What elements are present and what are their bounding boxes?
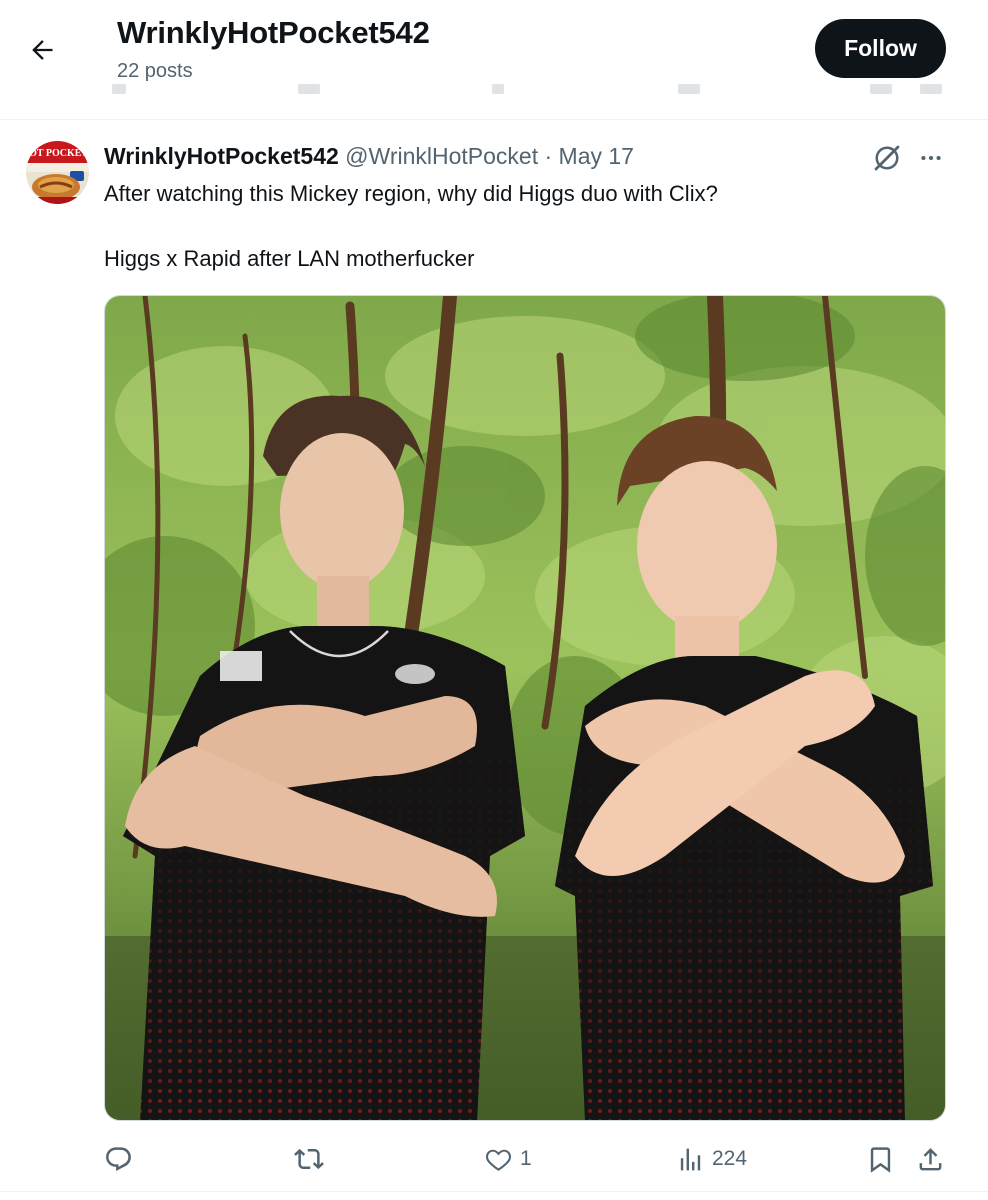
arrow-left-icon	[32, 40, 53, 60]
header-title: WrinklyHotPocket542	[117, 15, 430, 50]
repost-button[interactable]	[294, 1141, 331, 1177]
grok-icon	[874, 145, 900, 171]
post-count: 22 posts	[117, 60, 193, 82]
tweet-text-line-2: Higgs x Rapid after LAN motherfucker	[104, 246, 475, 271]
share-icon	[919, 1147, 942, 1170]
reply-button[interactable]	[104, 1141, 140, 1177]
scrolled-content-peek	[0, 84, 988, 100]
back-button[interactable]	[22, 30, 62, 70]
photo-two-players-in-forest: XS	[105, 296, 945, 1120]
avatar[interactable]: HOT POCKETS	[26, 141, 89, 204]
profile-header: WrinklyHotPocket542 22 posts Follow	[0, 0, 988, 120]
more-horizontal-icon	[921, 155, 941, 161]
tweet-text: After watching this Mickey region, why d…	[104, 179, 944, 273]
tweet-date[interactable]: May 17	[559, 143, 634, 169]
grok-button[interactable]	[870, 141, 904, 175]
bookmark-button[interactable]	[866, 1141, 895, 1177]
author-display-name[interactable]: WrinklyHotPocket542	[104, 143, 339, 169]
tweet-actions: 1 224	[104, 1141, 946, 1177]
hot-pockets-avatar-image: HOT POCKETS	[26, 141, 89, 204]
reply-icon	[106, 1146, 131, 1171]
like-button[interactable]: 1	[484, 1141, 532, 1177]
svg-text:HOT POCKETS: HOT POCKETS	[26, 148, 89, 159]
tweet-text-line-1: After watching this Mickey region, why d…	[104, 181, 718, 206]
analytics-icon	[680, 1148, 701, 1170]
tweet[interactable]: HOT POCKETS WrinklyHotPocket542 @WrinklH…	[0, 121, 988, 1200]
repost-icon	[294, 1148, 324, 1170]
views-button[interactable]: 224	[676, 1141, 747, 1177]
more-options-button[interactable]	[914, 141, 948, 175]
separator-dot: ·	[544, 143, 553, 169]
tweet-divider	[0, 1191, 988, 1192]
follow-button[interactable]: Follow	[815, 19, 946, 78]
tweet-media-photo[interactable]: XS	[104, 295, 946, 1121]
like-count: 1	[520, 1147, 532, 1170]
view-count: 224	[712, 1147, 748, 1170]
author-handle[interactable]: @WrinklHotPocket	[345, 143, 538, 169]
heart-icon	[485, 1149, 512, 1171]
bookmark-icon	[870, 1146, 891, 1173]
share-button[interactable]	[916, 1141, 945, 1177]
tweet-header: WrinklyHotPocket542 @WrinklHotPocket · M…	[104, 143, 634, 170]
